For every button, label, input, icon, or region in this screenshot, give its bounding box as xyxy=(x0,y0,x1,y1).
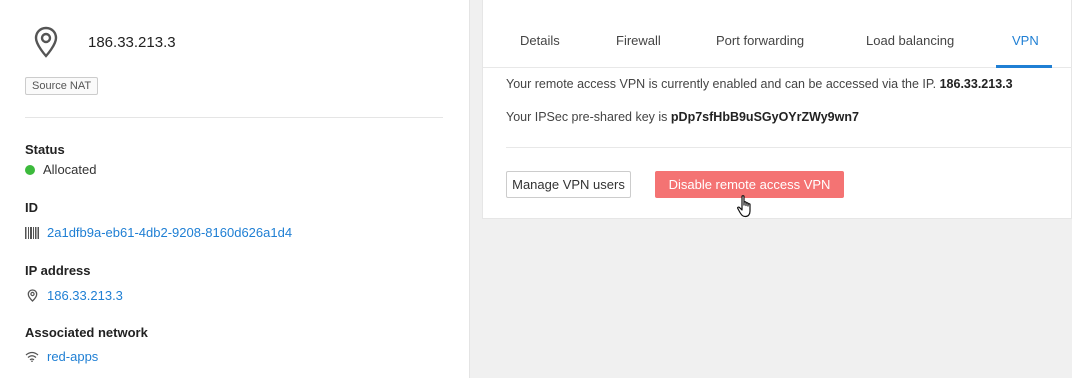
divider xyxy=(506,147,1072,148)
page-title: 186.33.213.3 xyxy=(88,34,176,51)
hand-cursor-icon xyxy=(736,194,756,220)
psk-message: Your IPSec pre-shared key is pDp7sfHbB9u… xyxy=(506,110,859,124)
id-label: ID xyxy=(25,200,38,215)
tab-details[interactable]: Details xyxy=(520,33,560,48)
location-pin-icon xyxy=(33,26,59,61)
vpn-status-text: Your remote access VPN is currently enab… xyxy=(506,77,937,91)
tab-firewall[interactable]: Firewall xyxy=(616,33,661,48)
status-value: Allocated xyxy=(25,162,96,177)
ip-address-link[interactable]: 186.33.213.3 xyxy=(47,288,123,303)
vpn-status-message: Your remote access VPN is currently enab… xyxy=(506,77,1013,91)
psk-text: Your IPSec pre-shared key is xyxy=(506,110,668,124)
status-dot-icon xyxy=(25,164,35,175)
ip-address-label: IP address xyxy=(25,263,91,278)
psk-value: pDp7sfHbB9uSGyOYrZWy9wn7 xyxy=(670,110,859,124)
barcode-icon xyxy=(25,226,39,240)
source-nat-badge: Source NAT xyxy=(25,77,99,95)
divider xyxy=(25,117,443,118)
tab-load-balancing[interactable]: Load balancing xyxy=(866,33,954,48)
associated-network-value: red-apps xyxy=(25,349,98,364)
network-link[interactable]: red-apps xyxy=(47,349,98,364)
status-text: Allocated xyxy=(43,162,97,177)
manage-vpn-users-button[interactable]: Manage VPN users xyxy=(506,171,631,198)
vpn-ip: 186.33.213.3 xyxy=(939,77,1013,91)
vpn-card: Details Firewall Port forwarding Load ba… xyxy=(482,0,1072,219)
tab-bar: Details Firewall Port forwarding Load ba… xyxy=(483,0,1072,68)
tab-port-forwarding[interactable]: Port forwarding xyxy=(716,33,804,48)
tab-vpn[interactable]: VPN xyxy=(1012,33,1039,48)
wifi-icon xyxy=(25,350,39,364)
associated-network-label: Associated network xyxy=(25,325,148,340)
active-tab-indicator xyxy=(996,65,1052,68)
id-link[interactable]: 2a1dfb9a-eb61-4db2-9208-8160d626a1d4 xyxy=(47,225,292,240)
ip-address-value: 186.33.213.3 xyxy=(25,288,123,303)
id-value: 2a1dfb9a-eb61-4db2-9208-8160d626a1d4 xyxy=(25,225,292,240)
status-label: Status xyxy=(25,142,65,157)
location-pin-icon xyxy=(25,289,39,303)
ip-details-sidebar: 186.33.213.3 Source NAT Status Allocated… xyxy=(0,0,470,378)
